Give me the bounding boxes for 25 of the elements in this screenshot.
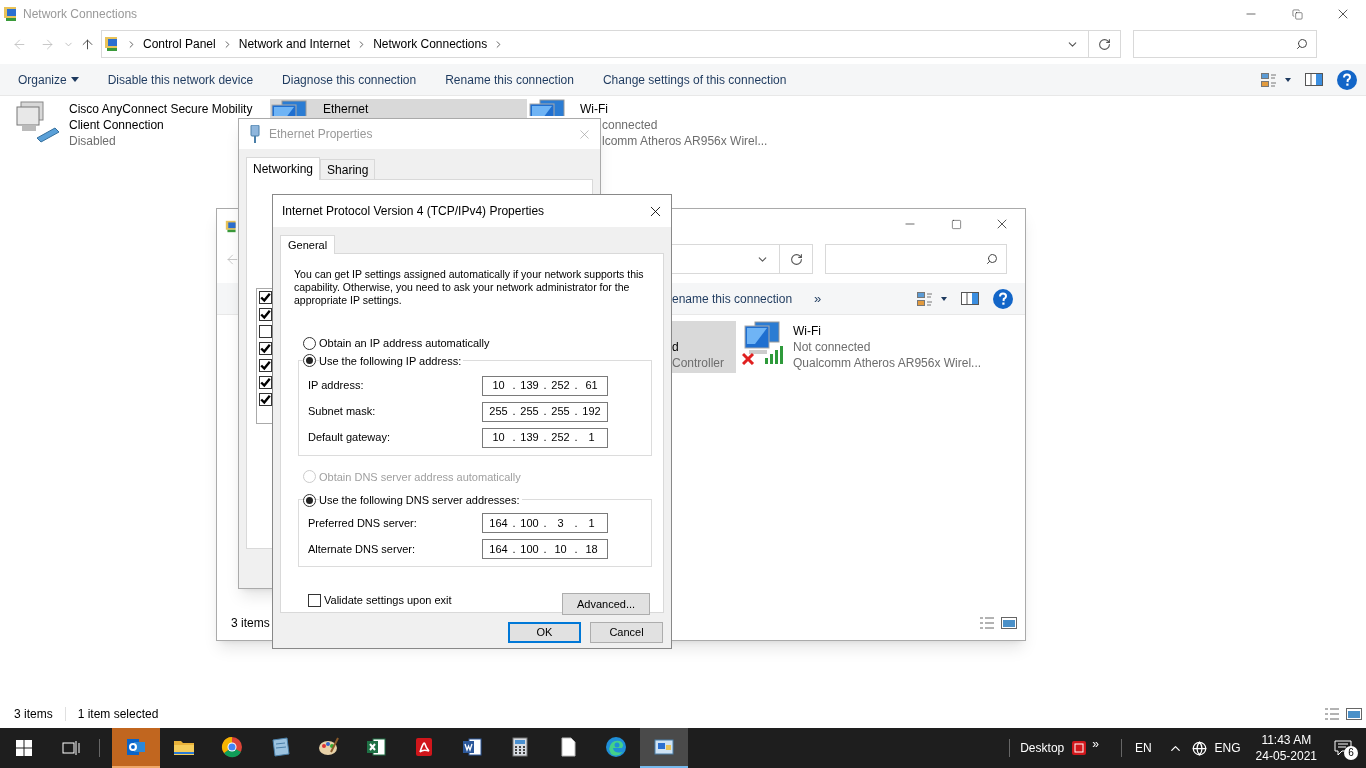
item-count: 3 items <box>14 706 53 723</box>
field-label: Preferred DNS server: <box>308 515 418 531</box>
adapter-name: Qualcomm Atheros AR956x Wirel... <box>793 355 982 371</box>
connection-status: Disabled <box>69 133 117 149</box>
selection-count: 1 item selected <box>77 706 159 723</box>
item-count: 3 items <box>231 615 270 632</box>
connection-status: Not connected <box>793 339 872 355</box>
connection-name: Cisco AnyConnect Secure Mobility Client Connection <box>69 101 254 133</box>
connection-name: Wi-Fi <box>580 101 609 117</box>
field-label: IP address: <box>308 378 365 394</box>
connection-status: connected <box>602 117 659 133</box>
field-label: Default gateway: <box>308 430 391 446</box>
connection-name: Wi-Fi <box>793 323 822 339</box>
field-label: Alternate DNS server: <box>308 541 416 557</box>
adapter-name: Controller <box>672 355 725 371</box>
connection-name: Ethernet <box>323 101 370 117</box>
dialog-title: Internet Protocol Version 4 (TCP/IPv4) Properties <box>282 203 545 220</box>
field-label: Subnet mask: <box>308 404 377 420</box>
checkbox-label: Validate settings upon exit <box>324 592 452 608</box>
window-title: Network Connections <box>23 6 138 23</box>
connection-name: d <box>672 339 680 355</box>
dialog-title: Ethernet Properties <box>269 126 373 143</box>
intro-text: You can get IP settings assigned automatically if your network supports this capability. Otherwise, you need to ask your network administrator for the appropriate IP settings. <box>294 268 645 307</box>
notification-count: 6 <box>1344 746 1358 760</box>
adapter-name: lcomm Atheros AR956x Wirel... <box>602 133 769 149</box>
